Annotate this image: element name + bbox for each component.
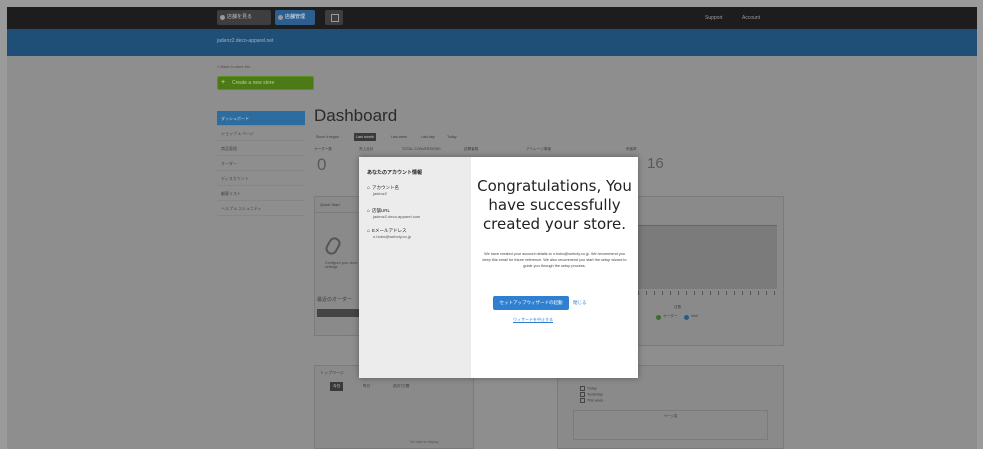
chart-x-label: 日数 xyxy=(674,305,682,309)
recent-orders-title: 最近のオーダー xyxy=(317,297,353,303)
info-account-name: ⌂ アカウント名 jadenz2 xyxy=(367,185,467,196)
support-link[interactable]: Support xyxy=(705,11,723,25)
congratulations-modal: あなたのアカウント情報 ⌂ アカウント名 jadenz2 ⌂ 店舗URL jaden… xyxy=(359,157,638,378)
info-label: アカウント名 xyxy=(372,185,400,190)
legend-orders-label: オーダー xyxy=(663,314,678,318)
stat-label: TOTAL CONVERSIONS xyxy=(402,147,441,151)
info-label: Eメールアドレス xyxy=(372,228,407,233)
tab-since-began[interactable]: Since it began xyxy=(314,133,341,141)
stat-label: アベレージ単価 xyxy=(526,147,552,151)
account-info-title: あなたのアカウント情報 xyxy=(367,170,423,176)
top-pages-title: トップページ xyxy=(320,370,344,375)
eye-icon xyxy=(220,15,225,20)
sidebar-item-orders[interactable]: オーダー xyxy=(217,156,305,171)
sidebar-item-dashboard[interactable]: ダッシュボード xyxy=(217,111,305,126)
info-label: 店舗URL xyxy=(372,208,391,213)
account-menu[interactable]: Account xyxy=(742,11,760,25)
top-nav: 店舗を見る 店舗管理 Support Account xyxy=(7,7,977,29)
info-value: n.hobo@webcty.co.jp xyxy=(373,234,412,239)
stat-label: 訪問者数 xyxy=(464,147,479,151)
tab-today[interactable]: 今日 xyxy=(330,382,344,391)
page-title: Dashboard xyxy=(314,106,398,125)
info-value[interactable]: jadenz2.deco-apparel.com xyxy=(367,214,467,219)
tab-last-month[interactable]: Last month xyxy=(354,133,376,141)
external-link-button[interactable] xyxy=(325,10,343,25)
account-info-pane: あなたのアカウント情報 ⌂ アカウント名 jadenz2 ⌂ 店舗URL jaden… xyxy=(359,157,471,378)
checkbox-this-week[interactable]: This week xyxy=(580,398,603,403)
congrats-headline: Congratulations, You have successfully c… xyxy=(477,177,632,233)
sidebar-item-discounts[interactable]: ディスカウント xyxy=(217,171,305,186)
tab-last-week[interactable]: Last week xyxy=(389,133,409,141)
start-wizard-button[interactable]: セットアップウィザードの起動 xyxy=(493,296,569,310)
close-link[interactable]: 閉じる xyxy=(573,300,587,306)
back-link[interactable]: « Back to store list xyxy=(217,64,250,69)
checkbox-today[interactable]: Today xyxy=(580,386,597,391)
view-store-tab[interactable]: 店舗を見る xyxy=(217,10,271,25)
checkbox-yesterday[interactable]: Yesterday xyxy=(580,392,603,397)
congrats-body: We have created your account details to … xyxy=(482,252,627,268)
plus-icon: + xyxy=(221,79,226,86)
stat-label: オーダー数 xyxy=(314,147,332,151)
customer-orders-table: ページ名 xyxy=(573,410,768,440)
tab-yesterday[interactable]: 昨日 xyxy=(360,382,373,391)
tab-today[interactable]: Today xyxy=(445,133,459,141)
sidebar-item-products[interactable]: 商品管理 xyxy=(217,141,305,156)
store-url[interactable]: jadenz2.deco-apparel.net xyxy=(217,38,273,44)
create-store-button[interactable]: + Create a new store xyxy=(217,76,314,90)
info-email: ⌂ Eメールアドレス n.hobo@webcty.co.jp xyxy=(367,228,467,239)
skip-wizard-link[interactable]: ウィザードを中止する xyxy=(471,317,595,323)
stat-label: 来客率 xyxy=(626,147,637,151)
home-icon: ⌂ xyxy=(367,185,371,191)
store-admin-label: 店舗管理 xyxy=(285,14,306,20)
tab-last-7-days[interactable]: 過去7日間 xyxy=(390,382,412,391)
stat-label: 売上合計 xyxy=(359,147,374,151)
gear-icon xyxy=(278,15,283,20)
view-store-label: 店舗を見る xyxy=(227,14,253,20)
legend-visit-label: Visit xyxy=(691,314,698,318)
home-icon: ⌂ xyxy=(367,208,371,214)
congrats-pane: Congratulations, You have successfully c… xyxy=(471,157,638,378)
tab-last-day[interactable]: Last day xyxy=(419,133,437,141)
recent-orders-tab[interactable] xyxy=(317,309,365,317)
store-admin-tab[interactable]: 店舗管理 xyxy=(275,10,315,25)
legend-visit-dot xyxy=(684,315,689,320)
sidebar-item-help[interactable]: ヘルプ & コミュニティ xyxy=(217,201,305,216)
sidebar-item-shop-pages[interactable]: ショップ & ページ xyxy=(217,126,305,141)
legend-orders-dot xyxy=(656,315,661,320)
stat-value: 16 xyxy=(647,155,664,172)
no-data-text: No data to display xyxy=(410,440,439,444)
table-header: ページ名 xyxy=(663,414,678,418)
sidebar: ダッシュボード ショップ & ページ 商品管理 オーダー ディスカウント 顧客リ… xyxy=(217,111,305,216)
info-value: jadenz2 xyxy=(373,191,388,196)
store-bar: jadenz2.deco-apparel.net xyxy=(7,29,977,56)
paperclip-icon xyxy=(323,235,343,257)
home-icon: ⌂ xyxy=(367,228,371,234)
info-store-url: ⌂ 店舗URL jadenz2.deco-apparel.com xyxy=(367,208,467,219)
stat-value: 0 xyxy=(317,155,327,174)
create-store-label: Create a new store xyxy=(232,80,275,86)
sidebar-item-customers[interactable]: 顧客リスト xyxy=(217,186,305,201)
